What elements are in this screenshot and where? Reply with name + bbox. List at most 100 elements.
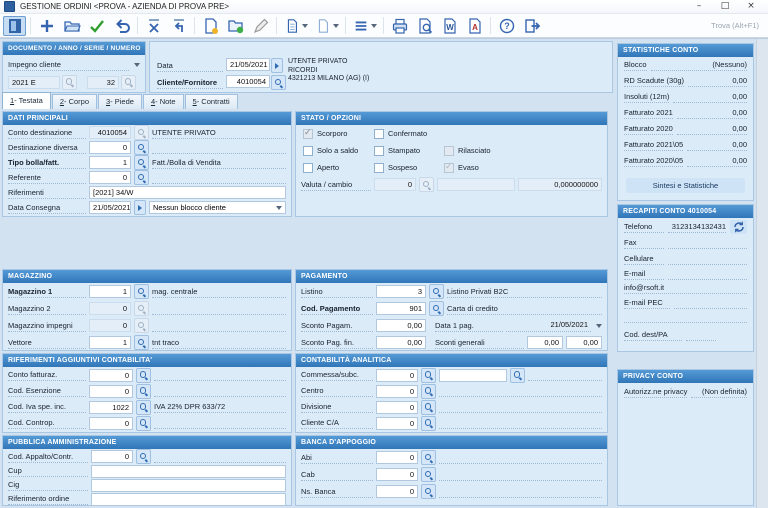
export-pdf-icon[interactable]: A: [463, 16, 486, 36]
calendar-button[interactable]: [134, 200, 146, 215]
riferimenti-field[interactable]: [2021] 34/W: [89, 186, 286, 199]
rilasciato-checkbox[interactable]: [444, 146, 454, 156]
tipo-bolla-field[interactable]: 1: [89, 156, 131, 169]
abi-field[interactable]: 0: [376, 451, 418, 464]
lookup-icon[interactable]: [510, 368, 525, 383]
import-folder-icon[interactable]: [224, 16, 247, 36]
lookup-icon[interactable]: [134, 155, 149, 170]
blocco-cliente-dropdown[interactable]: Nessun blocco cliente: [149, 201, 286, 214]
ns-banca-field[interactable]: 0: [376, 485, 418, 498]
magazzino-impegni-field[interactable]: 0: [89, 319, 131, 332]
data-field[interactable]: 21/05/2021: [226, 58, 270, 71]
cliente-ca-field[interactable]: 0: [376, 417, 418, 430]
lookup-icon[interactable]: [421, 484, 436, 499]
print-preview-icon[interactable]: [413, 16, 436, 36]
close-button[interactable]: ×: [738, 0, 764, 13]
open-folder-icon[interactable]: [60, 16, 83, 36]
aperto-checkbox[interactable]: [303, 163, 313, 173]
solo-a-saldo-checkbox[interactable]: [303, 146, 313, 156]
tab-corpo[interactable]: 2 - Corpo: [52, 94, 97, 109]
lookup-icon[interactable]: [134, 301, 149, 316]
dial-phone-icon[interactable]: [730, 220, 747, 234]
new-doc-menu-icon[interactable]: [281, 16, 310, 36]
minimize-button[interactable]: –: [686, 0, 712, 13]
listino-field[interactable]: 3: [376, 285, 426, 298]
lookup-icon[interactable]: [134, 284, 149, 299]
cliente-code-field[interactable]: 4010054: [226, 75, 270, 88]
data-1-pag-field[interactable]: 21/05/2021: [506, 319, 591, 332]
new-icon[interactable]: [35, 16, 58, 36]
lookup-icon[interactable]: [271, 75, 286, 90]
magazzino1-field[interactable]: 1: [89, 285, 131, 298]
cod-iva-field[interactable]: 1022: [89, 401, 133, 414]
data-consegna-field[interactable]: 21/05/2021: [89, 201, 131, 214]
lookup-icon[interactable]: [136, 368, 151, 383]
lookup-icon[interactable]: [421, 368, 436, 383]
export-word-icon[interactable]: W: [438, 16, 461, 36]
lookup-icon[interactable]: [121, 75, 136, 90]
valuta-field[interactable]: 0: [374, 178, 416, 191]
conto-fatturaz-field[interactable]: 0: [89, 369, 133, 382]
conto-destinazione-field[interactable]: 4010054: [89, 126, 131, 139]
email-pec-underline[interactable]: [674, 297, 747, 309]
cellulare-value[interactable]: [668, 253, 747, 265]
sconto-pagam-field[interactable]: 0,00: [376, 319, 426, 332]
cod-pagamento-field[interactable]: 901: [376, 302, 426, 315]
commessa-field[interactable]: 0: [376, 369, 418, 382]
confermato-checkbox[interactable]: [374, 129, 384, 139]
tab-note[interactable]: 4 - Note: [143, 94, 184, 109]
tab-piede[interactable]: 3 - Piede: [98, 94, 142, 109]
lookup-icon[interactable]: [419, 177, 434, 192]
sospeso-checkbox[interactable]: [374, 163, 384, 173]
lookup-icon[interactable]: [134, 125, 149, 140]
lookup-icon[interactable]: [134, 140, 149, 155]
lookup-icon[interactable]: [134, 335, 149, 350]
lookup-icon[interactable]: [421, 384, 436, 399]
anno-serie-field[interactable]: 2021 E: [8, 76, 60, 89]
destinazione-diversa-field[interactable]: 0: [89, 141, 131, 154]
lookup-icon[interactable]: [136, 416, 151, 431]
cig-field[interactable]: [91, 479, 286, 492]
sconto-pag-fin-field[interactable]: 0,00: [376, 336, 426, 349]
restore-row-icon[interactable]: [167, 16, 190, 36]
email-underline[interactable]: [668, 268, 747, 280]
print-icon[interactable]: [388, 16, 411, 36]
search-input[interactable]: Trova (Alt+F1): [669, 18, 765, 34]
scorporo-checkbox[interactable]: [303, 129, 313, 139]
lookup-icon[interactable]: [136, 449, 151, 464]
doc-template-menu-icon[interactable]: [312, 16, 341, 36]
tab-testata[interactable]: 1 - Testata: [2, 92, 51, 109]
centro-field[interactable]: 0: [376, 385, 418, 398]
undo-icon[interactable]: [110, 16, 133, 36]
lookup-icon[interactable]: [62, 75, 77, 90]
cambio-field[interactable]: 0,000000000: [518, 178, 602, 191]
magazzino2-field[interactable]: 0: [89, 302, 131, 315]
confirm-icon[interactable]: [85, 16, 108, 36]
lookup-icon[interactable]: [421, 400, 436, 415]
tab-contratti[interactable]: 5 - Contratti: [185, 94, 238, 109]
telefono-value[interactable]: 3123134132431: [668, 221, 726, 233]
cod-appalto-field[interactable]: 0: [91, 450, 133, 463]
sintesi-statistiche-button[interactable]: Sintesi e Statistiche: [626, 178, 745, 193]
calendar-button[interactable]: [271, 58, 283, 73]
numero-field[interactable]: 32: [87, 76, 119, 89]
list-menu-icon[interactable]: [350, 16, 379, 36]
help-icon[interactable]: ?: [495, 16, 518, 36]
lookup-icon[interactable]: [421, 450, 436, 465]
attach-doc-icon[interactable]: [199, 16, 222, 36]
impegno-cliente-select[interactable]: Impegno cliente: [8, 59, 129, 71]
cup-field[interactable]: [91, 465, 286, 478]
lookup-icon[interactable]: [421, 416, 436, 431]
fax-value[interactable]: [668, 237, 747, 249]
lookup-icon[interactable]: [429, 284, 444, 299]
cod-controp-field[interactable]: 0: [89, 417, 133, 430]
sconto-generale1-field[interactable]: 0,00: [527, 336, 563, 349]
riferimento-ordine-field[interactable]: [91, 493, 286, 506]
lookup-icon[interactable]: [421, 467, 436, 482]
stampato-checkbox[interactable]: [374, 146, 384, 156]
edit-pencil-icon[interactable]: [249, 16, 272, 36]
divisione-field[interactable]: 0: [376, 401, 418, 414]
lookup-icon[interactable]: [134, 170, 149, 185]
delete-row-icon[interactable]: [142, 16, 165, 36]
vettore-field[interactable]: 1: [89, 336, 131, 349]
